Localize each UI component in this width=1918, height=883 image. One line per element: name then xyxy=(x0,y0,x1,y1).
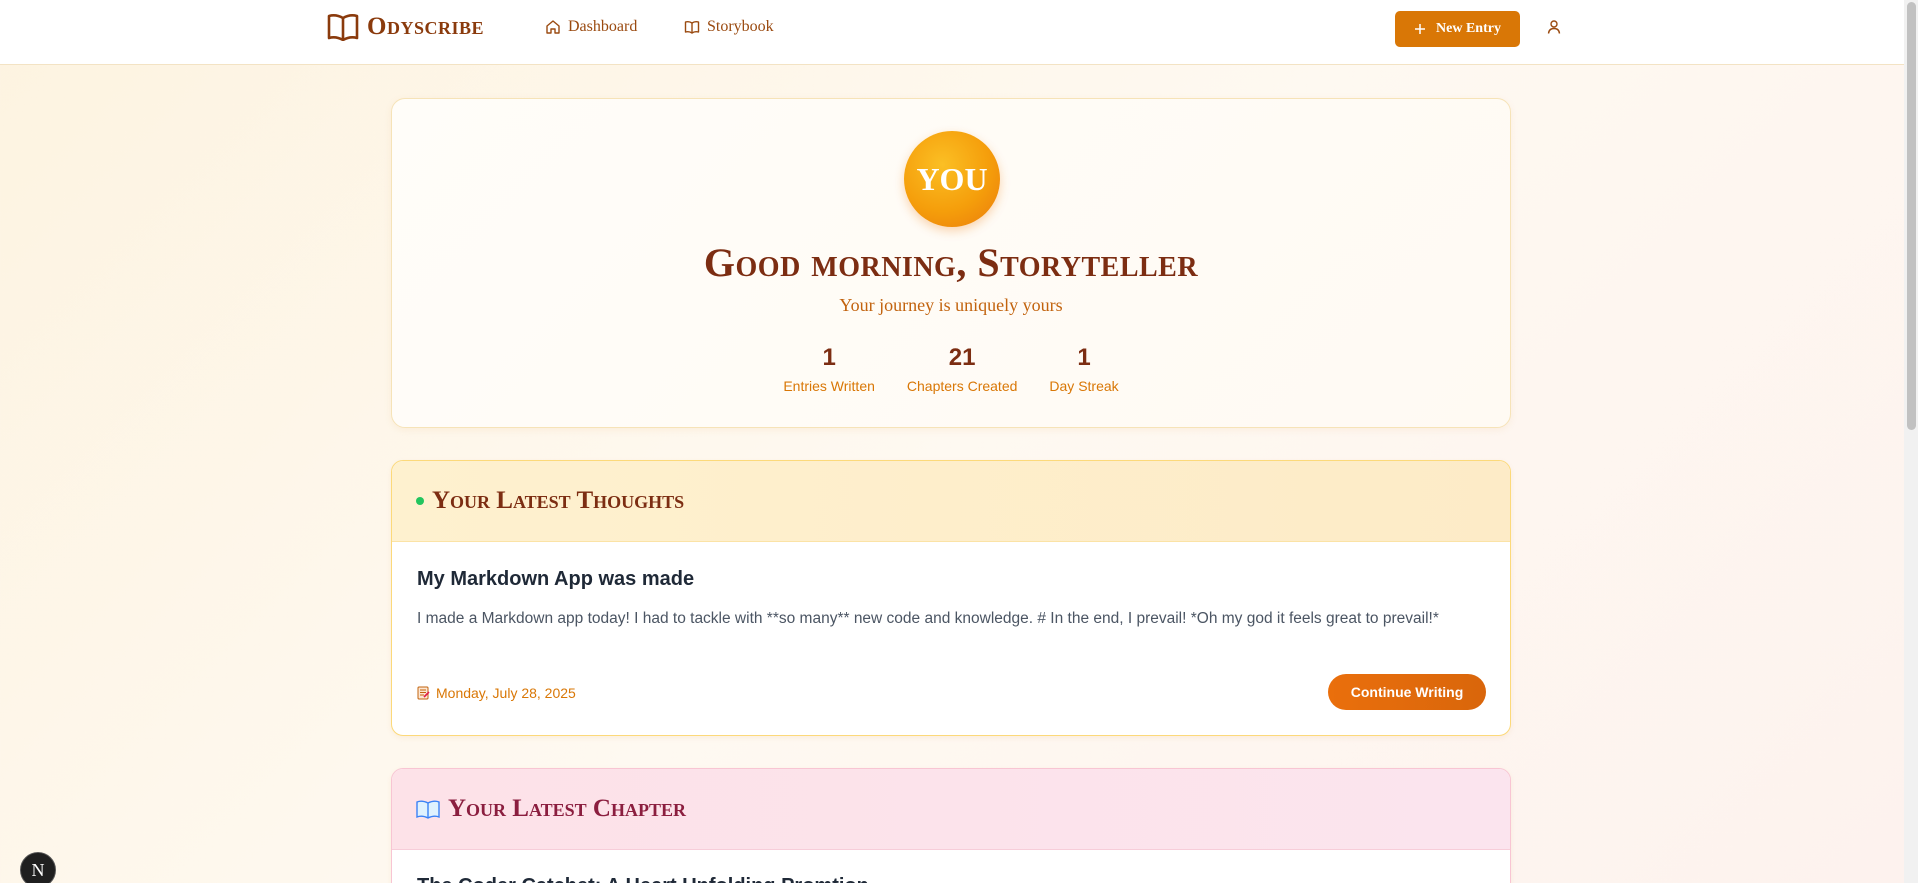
entry-title[interactable]: My Markdown App was made xyxy=(417,568,694,591)
dev-tools-badge[interactable]: N xyxy=(20,852,56,883)
new-entry-button[interactable]: New Entry xyxy=(1395,11,1520,47)
chapter-title[interactable]: The Coder Catchet: A Heart Unfolding Pro… xyxy=(417,875,869,883)
stat-value: 1 xyxy=(822,344,836,371)
new-entry-label: New Entry xyxy=(1436,21,1501,36)
nav-dashboard[interactable]: Dashboard xyxy=(545,18,637,36)
book-icon xyxy=(684,20,700,34)
page-scrollbar[interactable] xyxy=(1904,0,1918,883)
memo-icon xyxy=(417,686,430,700)
status-dot-icon xyxy=(416,497,424,505)
latest-thoughts-header: Your Latest Thoughts xyxy=(392,461,1510,542)
greeting-heading: Good morning, Storyteller xyxy=(703,240,1199,285)
stat-label: Day Streak xyxy=(1049,378,1119,394)
nav-storybook-label: Storybook xyxy=(707,18,774,35)
home-icon xyxy=(546,20,560,34)
stat-label: Entries Written xyxy=(783,378,875,394)
stat-value: 21 xyxy=(948,344,976,371)
open-book-icon xyxy=(327,14,359,41)
latest-chapter-heading: Your Latest Chapter xyxy=(448,795,686,822)
latest-thoughts-heading: Your Latest Thoughts xyxy=(432,487,685,514)
continue-writing-button[interactable]: Continue Writing xyxy=(1328,674,1486,710)
stat-chapters: 21 Chapters Created xyxy=(907,344,1018,394)
entry-date: Monday, July 28, 2025 xyxy=(417,685,576,701)
brand-logo[interactable]: Odyscribe xyxy=(327,13,484,41)
entry-date-text: Monday, July 28, 2025 xyxy=(436,685,576,701)
latest-chapter-header: Your Latest Chapter xyxy=(392,769,1510,850)
entry-preview: I made a Markdown app today! I had to ta… xyxy=(417,610,1439,627)
stats-row: 1 Entries Written 21 Chapters Created 1 … xyxy=(392,344,1510,394)
book-emoji-icon xyxy=(416,800,440,819)
scrollbar-thumb[interactable] xyxy=(1907,2,1916,430)
nav-dashboard-label: Dashboard xyxy=(568,18,638,35)
plus-icon xyxy=(1415,24,1426,34)
latest-thoughts-card: Your Latest Thoughts My Markdown App was… xyxy=(391,460,1511,736)
nav-storybook[interactable]: Storybook xyxy=(684,18,774,36)
user-menu[interactable] xyxy=(1546,19,1562,40)
welcome-card: YOU Good morning, Storyteller Your journ… xyxy=(391,98,1511,428)
greeting-subtitle: Your journey is uniquely yours xyxy=(839,295,1063,315)
stat-value: 1 xyxy=(1077,344,1091,371)
top-navbar: Odyscribe Dashboard Storybook New Entry xyxy=(0,0,1904,65)
user-icon xyxy=(1547,20,1561,34)
avatar: YOU xyxy=(904,131,1000,227)
brand-name: Odyscribe xyxy=(367,13,484,40)
latest-chapter-card: Your Latest Chapter The Coder Catchet: A… xyxy=(391,768,1511,883)
stat-entries: 1 Entries Written xyxy=(783,344,875,394)
stat-label: Chapters Created xyxy=(906,378,1018,394)
stat-streak: 1 Day Streak xyxy=(1049,344,1118,394)
